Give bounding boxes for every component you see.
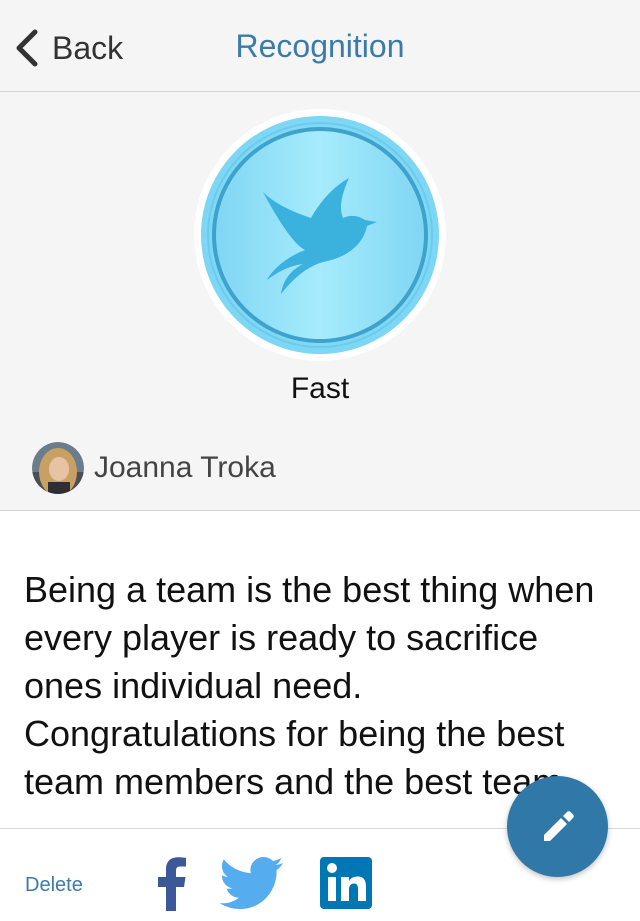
- delete-button[interactable]: Delete: [25, 874, 83, 897]
- recognition-header: Fast Joanna Troka: [0, 92, 640, 511]
- badge-dove-icon: [194, 109, 446, 361]
- navigation-bar: Back Recognition: [0, 0, 640, 92]
- author-profile[interactable]: Joanna Troka: [32, 442, 276, 494]
- facebook-icon[interactable]: [157, 857, 187, 911]
- pencil-icon: [543, 810, 574, 841]
- page-title: Recognition: [235, 28, 405, 64]
- author-name: Joanna Troka: [94, 451, 276, 484]
- edit-fab-button[interactable]: [507, 776, 608, 877]
- twitter-icon[interactable]: [220, 857, 284, 909]
- linkedin-icon[interactable]: [320, 857, 372, 909]
- avatar: [32, 442, 84, 494]
- badge-name: Fast: [290, 372, 350, 405]
